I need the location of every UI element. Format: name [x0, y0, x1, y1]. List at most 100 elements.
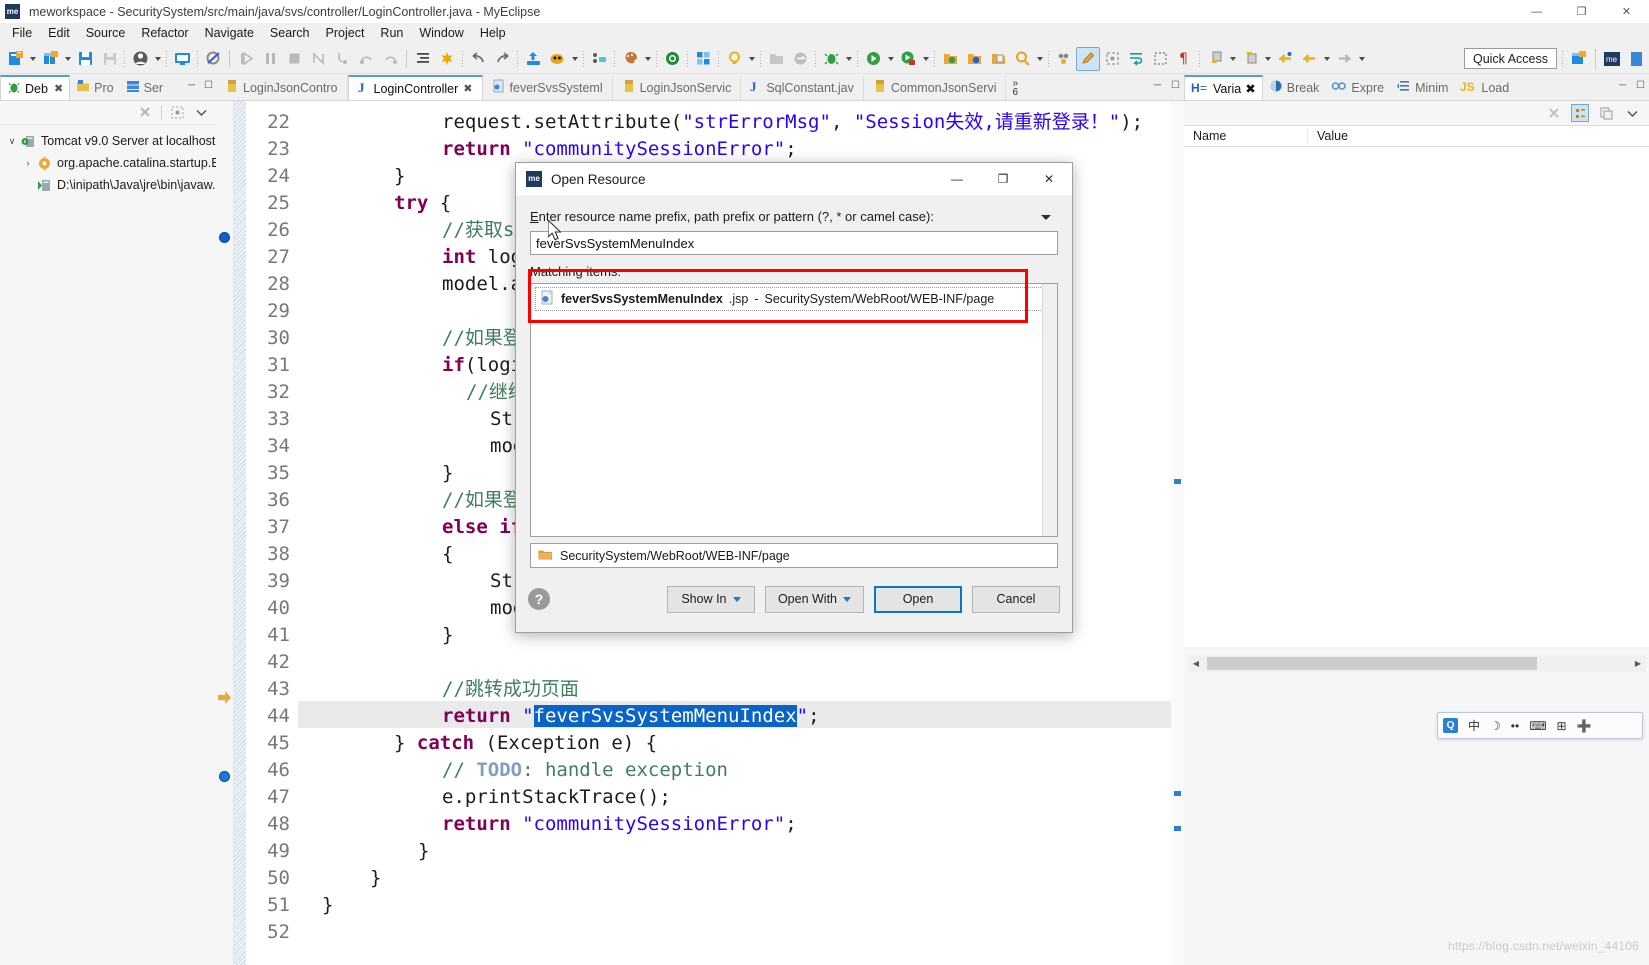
focus-icon[interactable] [1100, 47, 1124, 71]
matching-items-list[interactable]: feverSvsSystemMenuIndex .jsp - SecuritySy… [530, 283, 1058, 537]
show-in-button[interactable]: Show In [666, 585, 755, 613]
code-line[interactable]: } [442, 622, 453, 649]
ime-toolbox-icon[interactable]: ⊞ [1552, 712, 1572, 739]
minimize-button[interactable]: — [1514, 0, 1559, 23]
quick-access-input[interactable]: Quick Access [1463, 48, 1557, 69]
code-line[interactable]: { [442, 541, 453, 568]
code-line[interactable]: } [442, 460, 453, 487]
menu-window[interactable]: Window [411, 24, 471, 42]
tab-variables[interactable]: H = Varia ✖ [1184, 75, 1263, 100]
run-profile-dropdown-icon[interactable] [920, 47, 931, 71]
redo-icon[interactable] [490, 47, 514, 71]
prev-annotation-icon[interactable] [1238, 47, 1262, 71]
minimize-panel-icon[interactable]: ─ [188, 80, 195, 91]
search-icon[interactable] [1010, 47, 1034, 71]
perspective-icon[interactable] [691, 47, 715, 71]
prev-annotation-dropdown-icon[interactable] [1262, 47, 1273, 71]
code-line[interactable]: e.printStackTrace(); [442, 784, 671, 811]
close-icon[interactable]: ✖ [54, 82, 63, 95]
code-line[interactable]: } catch (Exception e) { [394, 730, 657, 757]
view-menu-icon[interactable] [193, 104, 210, 121]
next-annotation-dropdown-icon[interactable] [1227, 47, 1238, 71]
scroll-thumb[interactable] [1207, 657, 1537, 670]
list-scrollbar[interactable] [1042, 284, 1057, 536]
tab-project-explorer[interactable]: Pro [70, 75, 119, 100]
debug-bug-icon[interactable] [819, 47, 843, 71]
tab-expressions[interactable]: Expre [1325, 75, 1390, 100]
myeclipse-icon[interactable] [545, 47, 569, 71]
indent-icon[interactable] [411, 47, 435, 71]
help-icon[interactable]: ? [528, 588, 550, 610]
run-dropdown-icon[interactable] [885, 47, 896, 71]
ime-expand-icon[interactable]: ➕ [1572, 712, 1597, 739]
maximize-editor-icon[interactable]: ☐ [1171, 80, 1180, 91]
history-dropdown-icon[interactable] [1038, 209, 1054, 225]
toggle-markers-icon[interactable] [1052, 47, 1076, 71]
code-line[interactable]: // TODO: handle exception [442, 757, 728, 784]
dialog-minimize-button[interactable]: — [934, 163, 980, 195]
tree-row-process[interactable]: D:\inipath\Java\jre\bin\javaw. [0, 174, 216, 196]
back-history-icon[interactable] [1297, 47, 1321, 71]
list-item[interactable]: feverSvsSystemMenuIndex .jsp - SecuritySy… [535, 287, 1053, 311]
ime-language-mode[interactable]: 中 [1463, 712, 1485, 739]
tree-row-server[interactable]: ∨ Tomcat v9.0 Server at localhost [0, 130, 216, 152]
console-icon[interactable] [170, 47, 194, 71]
editor-tab-feversvssystem[interactable]: feverSvsSysteml [483, 75, 613, 100]
new-file-icon[interactable] [3, 47, 27, 71]
menu-edit[interactable]: Edit [40, 24, 78, 42]
menu-run[interactable]: Run [372, 24, 411, 42]
tree-layout-icon[interactable] [1571, 104, 1589, 122]
dialog-close-button[interactable]: ✕ [1026, 163, 1072, 195]
code-line[interactable]: request.setAttribute("strErrorMsg", "Ses… [442, 109, 1143, 136]
copy-icon[interactable] [1597, 104, 1615, 122]
save-icon[interactable] [73, 47, 97, 71]
new-wizard-icon[interactable] [38, 47, 62, 71]
tab-loaded-scripts[interactable]: JS Load [1454, 75, 1515, 100]
undo-icon[interactable] [466, 47, 490, 71]
cancel-button[interactable]: Cancel [972, 585, 1060, 613]
tab-servers[interactable]: Ser [120, 75, 169, 100]
close-button[interactable]: ✕ [1604, 0, 1649, 23]
marker-gutter[interactable] [216, 101, 234, 965]
tree-layout-icon[interactable] [169, 104, 186, 121]
editor-tab-commonjsonservice[interactable]: CommonJsonServi [864, 75, 1007, 100]
maximize-button[interactable]: ❐ [1559, 0, 1604, 23]
skip-breakpoints-icon[interactable] [201, 47, 225, 71]
run-profile-icon[interactable] [896, 47, 920, 71]
overview-marker[interactable] [1174, 791, 1181, 796]
expand-twisty-icon[interactable]: ∨ [4, 136, 20, 147]
variables-horizontal-scrollbar[interactable]: ◀ ▶ [1188, 655, 1646, 672]
next-annotation-icon[interactable] [1203, 47, 1227, 71]
database-icon[interactable] [660, 47, 684, 71]
tab-minimap[interactable]: Minim [1390, 75, 1454, 100]
lightbulb-icon[interactable] [722, 47, 746, 71]
overview-marker[interactable] [1174, 826, 1181, 831]
menu-search[interactable]: Search [262, 24, 318, 42]
new-wizard-dropdown-icon[interactable] [62, 47, 73, 71]
minimize-panel-icon[interactable]: ─ [1619, 80, 1626, 91]
menu-refactor[interactable]: Refactor [133, 24, 196, 42]
scroll-track[interactable] [1204, 656, 1630, 671]
ime-keyboard-icon[interactable]: ⌨ [1524, 712, 1551, 739]
scroll-right-icon[interactable]: ▶ [1630, 656, 1646, 671]
search-dropdown-icon[interactable] [1034, 47, 1045, 71]
debug-dropdown-icon[interactable] [843, 47, 854, 71]
editor-more-tabs-button[interactable]: » 6 [1006, 75, 1024, 100]
dialog-maximize-button[interactable]: ❐ [980, 163, 1026, 195]
palette-dropdown-icon[interactable] [642, 47, 653, 71]
scroll-left-icon[interactable]: ◀ [1188, 656, 1204, 671]
editor-tab-loginjsoncontroller[interactable]: LoginJsonContro [216, 75, 348, 100]
tab-breakpoints[interactable]: Break [1263, 75, 1326, 100]
tree-row-thread[interactable]: › org.apache.catalina.startup.Bо [0, 152, 216, 174]
maximize-panel-icon[interactable]: ☐ [204, 80, 213, 91]
code-line[interactable]: return "communitySessionError"; [442, 136, 797, 163]
variables-table-body[interactable] [1184, 147, 1649, 647]
open-with-button[interactable]: Open With [764, 585, 864, 613]
resource-name-input[interactable] [530, 231, 1058, 255]
open-type-icon[interactable] [938, 47, 962, 71]
code-line[interactable]: } [394, 163, 405, 190]
code-line[interactable]: //跳转成功页面 [442, 676, 579, 703]
export-icon[interactable] [521, 47, 545, 71]
code-line[interactable]: } [322, 892, 333, 919]
run-last-icon[interactable] [435, 47, 459, 71]
